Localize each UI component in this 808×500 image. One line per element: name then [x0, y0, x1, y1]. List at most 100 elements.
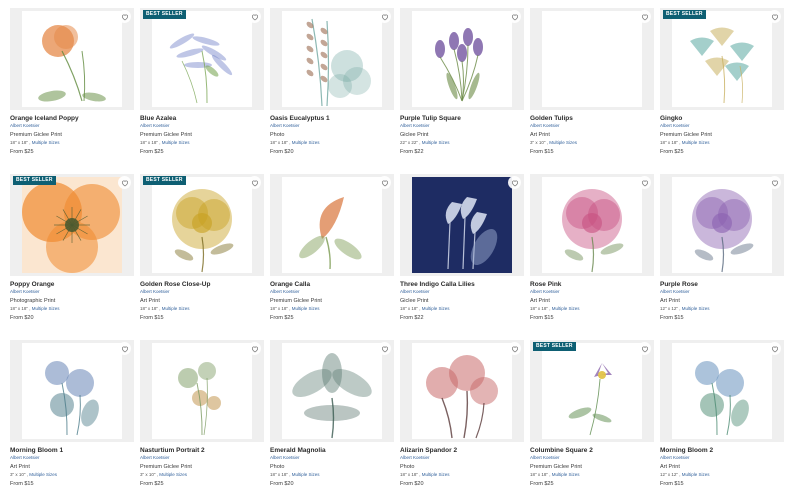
favorite-heart-icon[interactable] [378, 342, 391, 355]
multiple-sizes-link[interactable]: Multiple Sizes [159, 472, 187, 477]
favorite-heart-icon[interactable] [508, 10, 521, 23]
product-image[interactable]: BEST SELLER [10, 174, 134, 276]
multiple-sizes-link[interactable]: Multiple Sizes [162, 140, 190, 145]
favorite-heart-icon[interactable] [768, 10, 781, 23]
product-image[interactable] [400, 340, 524, 442]
artist-link[interactable]: Albert Koetsier [270, 124, 394, 129]
product-title[interactable]: Three Indigo Calla Lilies [400, 281, 524, 288]
product-card[interactable]: Golden Tulips Albert Koetsier Art Print … [530, 8, 654, 168]
product-card[interactable]: Morning Bloom 2 Albert Koetsier Art Prin… [660, 340, 784, 500]
product-title[interactable]: Oasis Eucalyptus 1 [270, 115, 394, 122]
multiple-sizes-link[interactable]: Multiple Sizes [292, 140, 320, 145]
artist-link[interactable]: Albert Koetsier [140, 456, 264, 461]
multiple-sizes-link[interactable]: Multiple Sizes [32, 140, 60, 145]
product-card[interactable]: Nasturtium Portrait 2 Albert Koetsier Pr… [140, 340, 264, 500]
product-title[interactable]: Morning Bloom 1 [10, 447, 134, 454]
product-title[interactable]: Rose Pink [530, 281, 654, 288]
favorite-heart-icon[interactable] [768, 176, 781, 189]
favorite-heart-icon[interactable] [508, 176, 521, 189]
artist-link[interactable]: Albert Koetsier [530, 456, 654, 461]
product-title[interactable]: Orange Calla [270, 281, 394, 288]
favorite-heart-icon[interactable] [508, 342, 521, 355]
product-image[interactable] [140, 340, 264, 442]
product-title[interactable]: Emerald Magnolia [270, 447, 394, 454]
favorite-heart-icon[interactable] [118, 342, 131, 355]
product-title[interactable]: Golden Tulips [530, 115, 654, 122]
product-title[interactable]: Columbine Square 2 [530, 447, 654, 454]
artist-link[interactable]: Albert Koetsier [10, 124, 134, 129]
product-image[interactable] [530, 8, 654, 110]
artist-link[interactable]: Albert Koetsier [660, 456, 784, 461]
product-card[interactable]: BEST SELLER Columbine Square 2 Albert Ko… [530, 340, 654, 500]
product-card[interactable]: Three Indigo Calla Lilies Albert Koetsie… [400, 174, 524, 334]
product-image[interactable] [10, 8, 134, 110]
multiple-sizes-link[interactable]: Multiple Sizes [32, 306, 60, 311]
product-title[interactable]: Morning Bloom 2 [660, 447, 784, 454]
artist-link[interactable]: Albert Koetsier [660, 124, 784, 129]
product-card[interactable]: Oasis Eucalyptus 1 Albert Koetsier Photo… [270, 8, 394, 168]
artist-link[interactable]: Albert Koetsier [400, 124, 524, 129]
artist-link[interactable]: Albert Koetsier [270, 290, 394, 295]
product-image[interactable] [530, 174, 654, 276]
artist-link[interactable]: Albert Koetsier [270, 456, 394, 461]
product-image[interactable] [660, 340, 784, 442]
product-image[interactable] [660, 174, 784, 276]
multiple-sizes-link[interactable]: Multiple Sizes [292, 306, 320, 311]
multiple-sizes-link[interactable]: Multiple Sizes [422, 306, 450, 311]
multiple-sizes-link[interactable]: Multiple Sizes [29, 472, 57, 477]
product-card[interactable]: BEST SELLER Gingko Albert Koetsier Premi… [660, 8, 784, 168]
favorite-heart-icon[interactable] [638, 10, 651, 23]
multiple-sizes-link[interactable]: Multiple Sizes [549, 140, 577, 145]
favorite-heart-icon[interactable] [378, 10, 391, 23]
product-title[interactable]: Orange Iceland Poppy [10, 115, 134, 122]
product-title[interactable]: Gingko [660, 115, 784, 122]
product-title[interactable]: Alizarin Spandor 2 [400, 447, 524, 454]
product-image[interactable] [10, 340, 134, 442]
product-title[interactable]: Nasturtium Portrait 2 [140, 447, 264, 454]
multiple-sizes-link[interactable]: Multiple Sizes [552, 306, 580, 311]
artist-link[interactable]: Albert Koetsier [530, 290, 654, 295]
artist-link[interactable]: Albert Koetsier [400, 290, 524, 295]
product-card[interactable]: Rose Pink Albert Koetsier Art Print 18" … [530, 174, 654, 334]
favorite-heart-icon[interactable] [378, 176, 391, 189]
artist-link[interactable]: Albert Koetsier [140, 124, 264, 129]
product-card[interactable]: Purple Rose Albert Koetsier Art Print 12… [660, 174, 784, 334]
product-title[interactable]: Poppy Orange [10, 281, 134, 288]
product-image[interactable] [400, 8, 524, 110]
multiple-sizes-link[interactable]: Multiple Sizes [682, 472, 710, 477]
multiple-sizes-link[interactable]: Multiple Sizes [552, 472, 580, 477]
product-card[interactable]: BEST SELLER Blue Azalea Albert Koetsier … [140, 8, 264, 168]
artist-link[interactable]: Albert Koetsier [10, 456, 134, 461]
product-title[interactable]: Purple Rose [660, 281, 784, 288]
product-image[interactable] [270, 174, 394, 276]
product-card[interactable]: BEST SELLER Golden Rose Close-Up Albert … [140, 174, 264, 334]
product-card[interactable]: Morning Bloom 1 Albert Koetsier Art Prin… [10, 340, 134, 500]
product-card[interactable]: BEST SELLER Poppy Orange Albert Koetsier… [10, 174, 134, 334]
product-image[interactable]: BEST SELLER [140, 8, 264, 110]
favorite-heart-icon[interactable] [248, 342, 261, 355]
multiple-sizes-link[interactable]: Multiple Sizes [682, 306, 710, 311]
product-title[interactable]: Purple Tulip Square [400, 115, 524, 122]
multiple-sizes-link[interactable]: Multiple Sizes [682, 140, 710, 145]
product-card[interactable]: Emerald Magnolia Albert Koetsier Photo 1… [270, 340, 394, 500]
favorite-heart-icon[interactable] [248, 10, 261, 23]
artist-link[interactable]: Albert Koetsier [660, 290, 784, 295]
favorite-heart-icon[interactable] [118, 10, 131, 23]
artist-link[interactable]: Albert Koetsier [140, 290, 264, 295]
favorite-heart-icon[interactable] [638, 342, 651, 355]
product-image[interactable] [270, 8, 394, 110]
multiple-sizes-link[interactable]: Multiple Sizes [422, 140, 450, 145]
artist-link[interactable]: Albert Koetsier [530, 124, 654, 129]
product-image[interactable] [400, 174, 524, 276]
product-image[interactable]: BEST SELLER [140, 174, 264, 276]
favorite-heart-icon[interactable] [768, 342, 781, 355]
favorite-heart-icon[interactable] [118, 176, 131, 189]
product-card[interactable]: Alizarin Spandor 2 Albert Koetsier Photo… [400, 340, 524, 500]
artist-link[interactable]: Albert Koetsier [400, 456, 524, 461]
multiple-sizes-link[interactable]: Multiple Sizes [162, 306, 190, 311]
product-image[interactable]: BEST SELLER [530, 340, 654, 442]
favorite-heart-icon[interactable] [248, 176, 261, 189]
product-title[interactable]: Golden Rose Close-Up [140, 281, 264, 288]
artist-link[interactable]: Albert Koetsier [10, 290, 134, 295]
product-image[interactable] [270, 340, 394, 442]
